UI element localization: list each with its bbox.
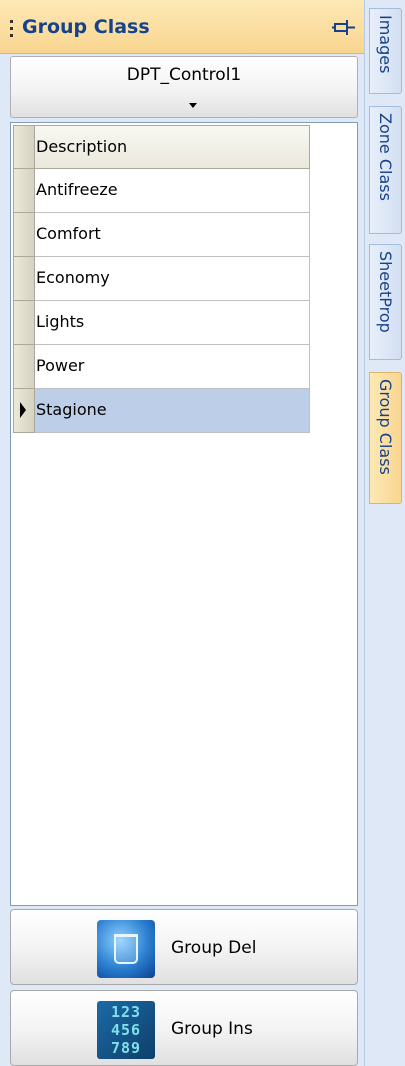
current-row-arrow-icon [20,402,26,418]
table-row-selected[interactable]: Stagione [13,389,310,433]
tab-label: Group Class [376,379,395,475]
table-row[interactable]: Economy [13,257,310,301]
group-insert-label: Group Ins [171,1019,253,1039]
table-row[interactable]: Lights [13,301,310,345]
numpad-icon: 123 456 789 [97,1001,155,1059]
table-cell[interactable]: Power [35,345,310,389]
group-class-panel: Group Class DPT_Control1 Description Ant… [0,0,364,1066]
pin-icon[interactable] [331,18,357,40]
tab-label: SheetProp [376,251,395,333]
tab-label: Images [376,15,395,74]
row-selector[interactable] [13,301,35,345]
group-grid: Description Antifreeze Comfort Economy L… [10,122,358,906]
numpad-row: 456 [110,1021,142,1039]
row-selector[interactable] [13,257,35,301]
grip-icon[interactable] [10,20,14,42]
tab-sheetprop[interactable]: SheetProp [369,244,402,360]
tab-group-class[interactable]: Group Class [369,372,402,504]
table-cell[interactable]: Lights [35,301,310,345]
chevron-down-icon [189,103,197,108]
dropdown-value: DPT_Control1 [126,65,242,85]
row-selector[interactable] [13,169,35,213]
numpad-row: 789 [110,1039,142,1057]
numpad-row: 123 [110,1003,142,1021]
row-selector[interactable] [13,389,35,433]
table-cell[interactable]: Antifreeze [35,169,310,213]
table-row[interactable]: Comfort [13,213,310,257]
grid-header-row: Description [13,125,310,169]
header-row-selector [13,125,35,169]
trash-icon [97,920,155,978]
table-cell[interactable]: Economy [35,257,310,301]
object-dropdown[interactable]: DPT_Control1 [10,56,358,118]
grid-table: Description Antifreeze Comfort Economy L… [13,125,310,433]
column-header-description[interactable]: Description [35,125,310,169]
group-delete-button[interactable]: Group Del [10,909,358,985]
table-row[interactable]: Antifreeze [13,169,310,213]
tab-images[interactable]: Images [369,8,402,94]
panel-header: Group Class [0,0,364,54]
row-selector[interactable] [13,345,35,389]
table-cell[interactable]: Stagione [35,389,310,433]
table-row[interactable]: Power [13,345,310,389]
group-insert-button[interactable]: 123 456 789 Group Ins [10,990,358,1066]
tab-label: Zone Class [376,113,395,201]
group-delete-label: Group Del [171,938,257,958]
panel-title: Group Class [22,16,150,38]
tab-zone-class[interactable]: Zone Class [369,106,402,234]
side-tab-strip: Images Zone Class SheetProp Group Class [364,0,405,1066]
row-selector[interactable] [13,213,35,257]
table-cell[interactable]: Comfort [35,213,310,257]
